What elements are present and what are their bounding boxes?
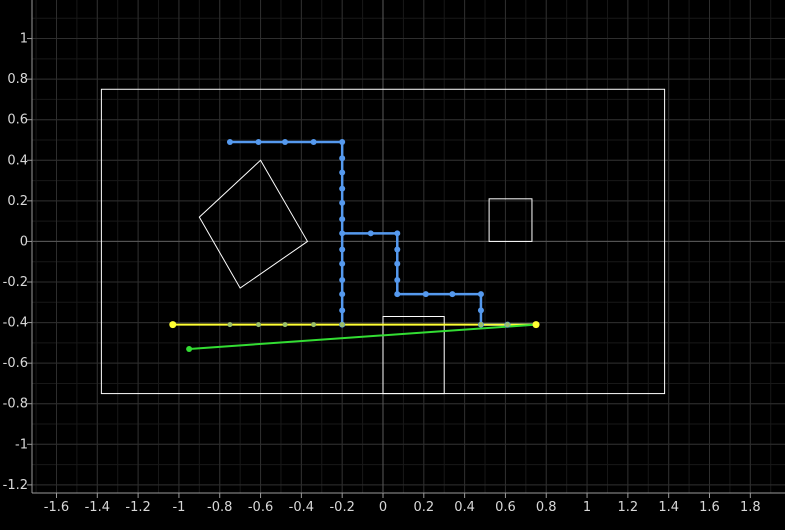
y-tick-label: 0.4 — [7, 153, 28, 168]
path-point — [394, 291, 401, 298]
x-tick-label: 0 — [379, 500, 387, 515]
y-tick-label: -0.6 — [3, 356, 28, 371]
path-point — [339, 276, 346, 283]
path-point — [422, 291, 429, 298]
x-tick-label: -0.2 — [329, 500, 354, 515]
path-point — [394, 276, 401, 283]
x-tick-label: 1.6 — [699, 500, 720, 515]
path-point — [226, 139, 233, 146]
y-tick-label: 0.2 — [7, 194, 28, 209]
x-tick-label: 0.8 — [536, 500, 557, 515]
path-point — [449, 291, 456, 298]
path-point — [394, 246, 401, 253]
y-tick-label: -0.8 — [3, 397, 28, 412]
x-tick-label: 0.2 — [413, 500, 434, 515]
path-point — [339, 307, 346, 314]
green-point — [186, 345, 193, 352]
y-tick-label: -0.2 — [3, 275, 28, 290]
y-tick-label: -1.2 — [3, 478, 28, 493]
path-point — [367, 230, 374, 237]
x-tick-label: 1 — [583, 500, 591, 515]
path-point — [339, 155, 346, 162]
path-point — [282, 139, 289, 146]
path-point — [310, 139, 317, 146]
x-tick-label: 1.2 — [618, 500, 639, 515]
yellow-point — [532, 321, 540, 329]
path-point — [339, 246, 346, 253]
yellow-point — [169, 321, 177, 329]
x-tick-label: -0.8 — [207, 500, 232, 515]
path-point — [477, 291, 484, 298]
path-point — [339, 185, 346, 192]
y-tick-label: 0.8 — [7, 72, 28, 87]
path-point — [477, 307, 484, 314]
x-tick-label: 0.4 — [454, 500, 475, 515]
x-tick-label: 1.4 — [658, 500, 679, 515]
x-tick-label: -1.6 — [44, 500, 69, 515]
x-tick-label: -0.6 — [248, 500, 273, 515]
path-point — [339, 169, 346, 176]
y-tick-label: -1 — [15, 437, 28, 452]
yellow-point — [227, 322, 233, 328]
y-tick-label: 1 — [20, 32, 28, 47]
path-point — [394, 260, 401, 267]
path-point — [394, 230, 401, 237]
yellow-point — [256, 322, 262, 328]
y-tick-label: -0.4 — [3, 316, 28, 331]
x-tick-label: -1.2 — [125, 500, 150, 515]
chart-canvas[interactable]: -1.6 -1.4 -1.2 -1 -0.8 -0.6 -0.4 -0.2 0 0.2 0.4 0.6… — [0, 0, 785, 530]
x-tick-label: 1.8 — [740, 500, 761, 515]
yellow-point — [339, 322, 345, 328]
path-point — [339, 230, 346, 237]
path-point — [255, 139, 262, 146]
y-tick-label: 0 — [20, 234, 28, 249]
path-point — [339, 260, 346, 267]
yellow-point — [478, 322, 484, 328]
path-point — [339, 216, 346, 223]
x-tick-label: -1.4 — [85, 500, 110, 515]
x-tick-label: 0.6 — [495, 500, 516, 515]
x-tick-label: -1 — [172, 500, 185, 515]
x-tick-label: -0.4 — [289, 500, 314, 515]
yellow-point — [282, 322, 288, 328]
path-point — [339, 199, 346, 206]
path-point — [339, 291, 346, 298]
yellow-point — [311, 322, 317, 328]
yellow-point — [504, 322, 510, 328]
path-point — [339, 139, 346, 146]
y-tick-label: 0.6 — [7, 113, 28, 128]
